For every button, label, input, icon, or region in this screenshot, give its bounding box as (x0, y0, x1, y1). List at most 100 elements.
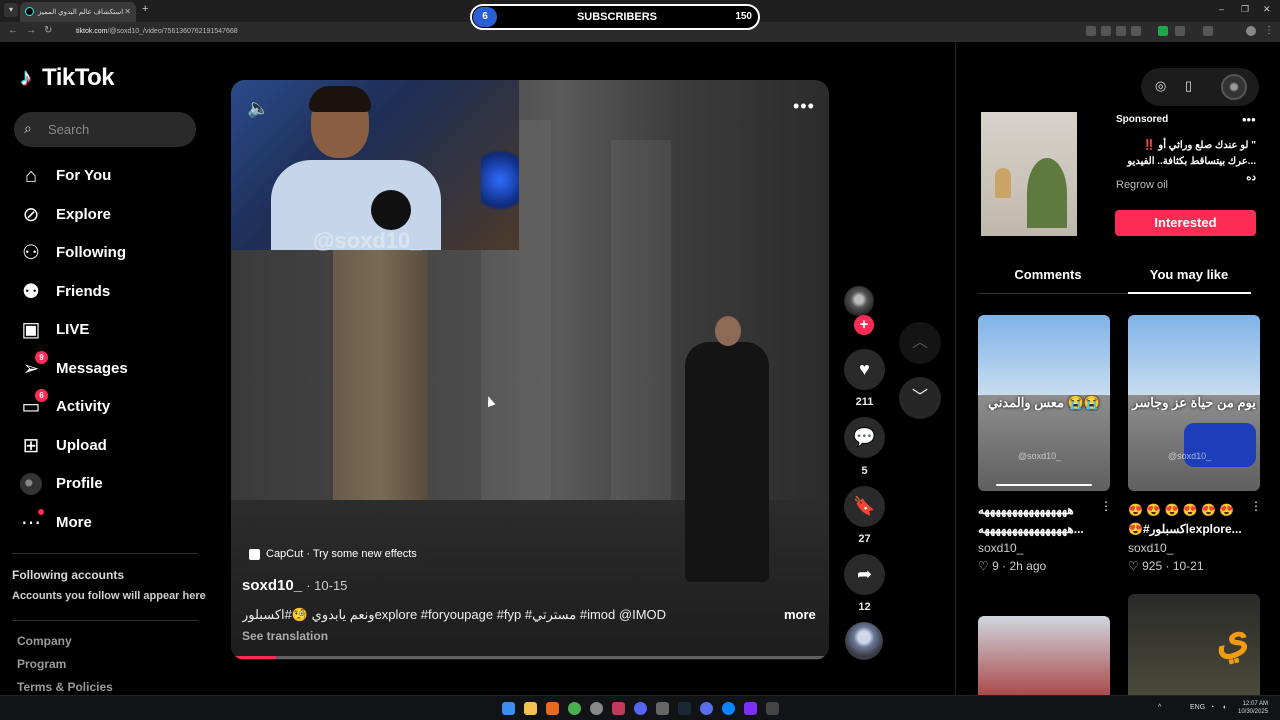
translate-icon[interactable] (1101, 26, 1111, 36)
coin-icon[interactable]: ◎ (1155, 78, 1166, 94)
following-accounts-title: Following accounts (12, 568, 125, 582)
close-window-button[interactable]: ✕ (1263, 4, 1271, 15)
nav-activity[interactable]: ▭ 6 Activity (18, 389, 198, 423)
file-explorer-icon[interactable] (524, 702, 537, 715)
video-meta: ♡ 9 · 2h ago (978, 559, 1047, 573)
volume-icon[interactable]: 🔈 (247, 98, 269, 119)
nav-for-you[interactable]: ⌂ For You (18, 160, 198, 192)
see-translation-link[interactable]: See translation (242, 629, 328, 643)
ad-thumbnail[interactable] (981, 112, 1077, 236)
footer-link-terms[interactable]: Terms & Policies (17, 680, 113, 694)
app-icon[interactable] (766, 702, 779, 715)
search-input[interactable] (48, 119, 188, 139)
video-thumbnail[interactable]: 😭😭 معس والمدني @soxd10_ (978, 315, 1110, 491)
install-app-icon[interactable] (1086, 26, 1096, 36)
save-count: 27 (858, 533, 871, 545)
app-icon[interactable] (722, 702, 735, 715)
video-user[interactable]: soxd10_ (1128, 541, 1173, 555)
interested-button[interactable]: Interested (1115, 210, 1256, 236)
steam-icon[interactable] (678, 702, 691, 715)
video-options-icon[interactable]: ⋮ (1100, 499, 1112, 513)
tray-chevron-icon[interactable]: ^ (1158, 704, 1161, 711)
like-button[interactable]: ♥ (844, 349, 885, 390)
profile-avatar-icon[interactable] (1246, 26, 1256, 36)
network-icon[interactable]: ◔ (1210, 704, 1214, 711)
video-thumbnail[interactable]: يوم من حياة عز وجاسر @soxd10_ (1128, 315, 1260, 491)
recommended-video-thumbnail[interactable] (978, 616, 1110, 696)
app-icon[interactable] (700, 702, 713, 715)
windows-start-icon[interactable] (502, 702, 515, 715)
nav-friends[interactable]: ⚉ Friends (18, 276, 198, 308)
forward-icon[interactable]: → (26, 25, 36, 36)
tab-search-button[interactable]: ▾ (4, 3, 18, 17)
caption-more-button[interactable]: more (784, 607, 816, 622)
sidebar: ♪ TikTok ⌕ ⌂ For You ⊘ Explore ⚇ Followin… (0, 42, 210, 695)
close-tab-icon[interactable]: ✕ (124, 7, 131, 16)
nav-more[interactable]: ⋯ More (18, 507, 198, 539)
nav-following[interactable]: ⚇ Following (18, 237, 198, 269)
new-tab-button[interactable]: + (142, 3, 148, 15)
footer-link-company[interactable]: Company (17, 634, 72, 648)
comment-button[interactable]: 💬 (844, 417, 885, 458)
nav-profile[interactable]: Profile (18, 468, 198, 500)
video-options-icon[interactable]: ⋮ (1250, 499, 1262, 513)
search-box[interactable]: ⌕ (14, 112, 196, 147)
chevron-down-icon: ﹀ (911, 389, 928, 406)
nav-explore[interactable]: ⊘ Explore (18, 199, 198, 231)
app-icon[interactable] (590, 702, 603, 715)
video-author[interactable]: soxd10_ · 10-15 (242, 577, 347, 594)
system-clock[interactable]: 12:07 AM 10/30/2025 (1238, 700, 1268, 716)
video-title[interactable]: 😍 😍 😍 😍 😍 😍 😍#اكسبلورexplore... (1128, 501, 1250, 539)
next-video-button[interactable]: ﹀ (899, 377, 941, 419)
back-icon[interactable]: ← (8, 25, 18, 36)
nav-label: Messages (56, 360, 128, 377)
video-progress-bar[interactable] (235, 656, 825, 659)
follow-button[interactable]: + (854, 315, 874, 335)
device-icon[interactable]: ▯ (1185, 78, 1192, 94)
save-button[interactable]: 🔖 (844, 486, 885, 527)
tab-you-may-like[interactable]: You may like (1119, 267, 1259, 282)
previous-video-button[interactable]: ︿ (899, 322, 941, 364)
nav-upload[interactable]: ⊞ Upload (18, 430, 198, 462)
app-icon[interactable] (612, 702, 625, 715)
volume-tray-icon[interactable]: ◖ (1222, 704, 1226, 711)
messages-badge: 9 (35, 351, 48, 364)
capcut-promo[interactable]: CapCut · Try some new effects (242, 544, 425, 566)
extensions-puzzle-icon[interactable] (1175, 26, 1185, 36)
app-icon[interactable] (744, 702, 757, 715)
nav-messages[interactable]: ➢ 9 Messages (18, 351, 198, 385)
app-icon[interactable] (656, 702, 669, 715)
extension-icon[interactable] (1158, 26, 1168, 36)
profile-avatar[interactable] (1221, 74, 1247, 100)
app-icon[interactable] (546, 702, 559, 715)
video-player[interactable]: @soxd10_ 🔈 ••• CapCut · Try some new eff… (231, 80, 829, 660)
downloads-icon[interactable] (1203, 26, 1213, 36)
reload-icon[interactable]: ↻ (44, 25, 52, 36)
video-user[interactable]: soxd10_ (978, 541, 1023, 555)
nav-label: For You (56, 167, 112, 184)
tiktok-logo[interactable]: ♪ TikTok (20, 64, 115, 92)
compass-icon: ⊘ (22, 204, 40, 226)
browser-tab[interactable]: استكشاف عالم البدوي المميز ✕ (20, 2, 136, 22)
bookmark-star-icon[interactable] (1131, 26, 1141, 36)
tab-comments[interactable]: Comments (978, 267, 1118, 282)
creator-avatar[interactable] (844, 286, 874, 316)
nav-label: Following (56, 244, 126, 261)
keyboard-language[interactable]: ENG (1190, 704, 1205, 711)
home-icon: ⌂ (24, 165, 38, 187)
footer-link-program[interactable]: Program (17, 657, 66, 671)
discord-icon[interactable] (634, 702, 647, 715)
video-title[interactable]: ههههههههههههههههه ههههههههههههههههه... (978, 501, 1100, 539)
video-title-line: 😍#اكسبلورexplore... (1128, 522, 1242, 536)
music-disc[interactable] (845, 622, 883, 660)
share-button[interactable]: ➦ (844, 554, 885, 595)
ad-options-icon[interactable]: ••• (1242, 112, 1256, 127)
minimize-button[interactable]: – (1219, 4, 1224, 14)
video-options-icon[interactable]: ••• (793, 96, 815, 117)
author-name: soxd10_ (242, 577, 303, 594)
maximize-button[interactable]: ❐ (1241, 4, 1249, 15)
chrome-icon[interactable] (568, 702, 581, 715)
zoom-icon[interactable] (1116, 26, 1126, 36)
nav-live[interactable]: ▣ LIVE (18, 314, 198, 346)
browser-menu-icon[interactable]: ⋮ (1264, 25, 1274, 36)
